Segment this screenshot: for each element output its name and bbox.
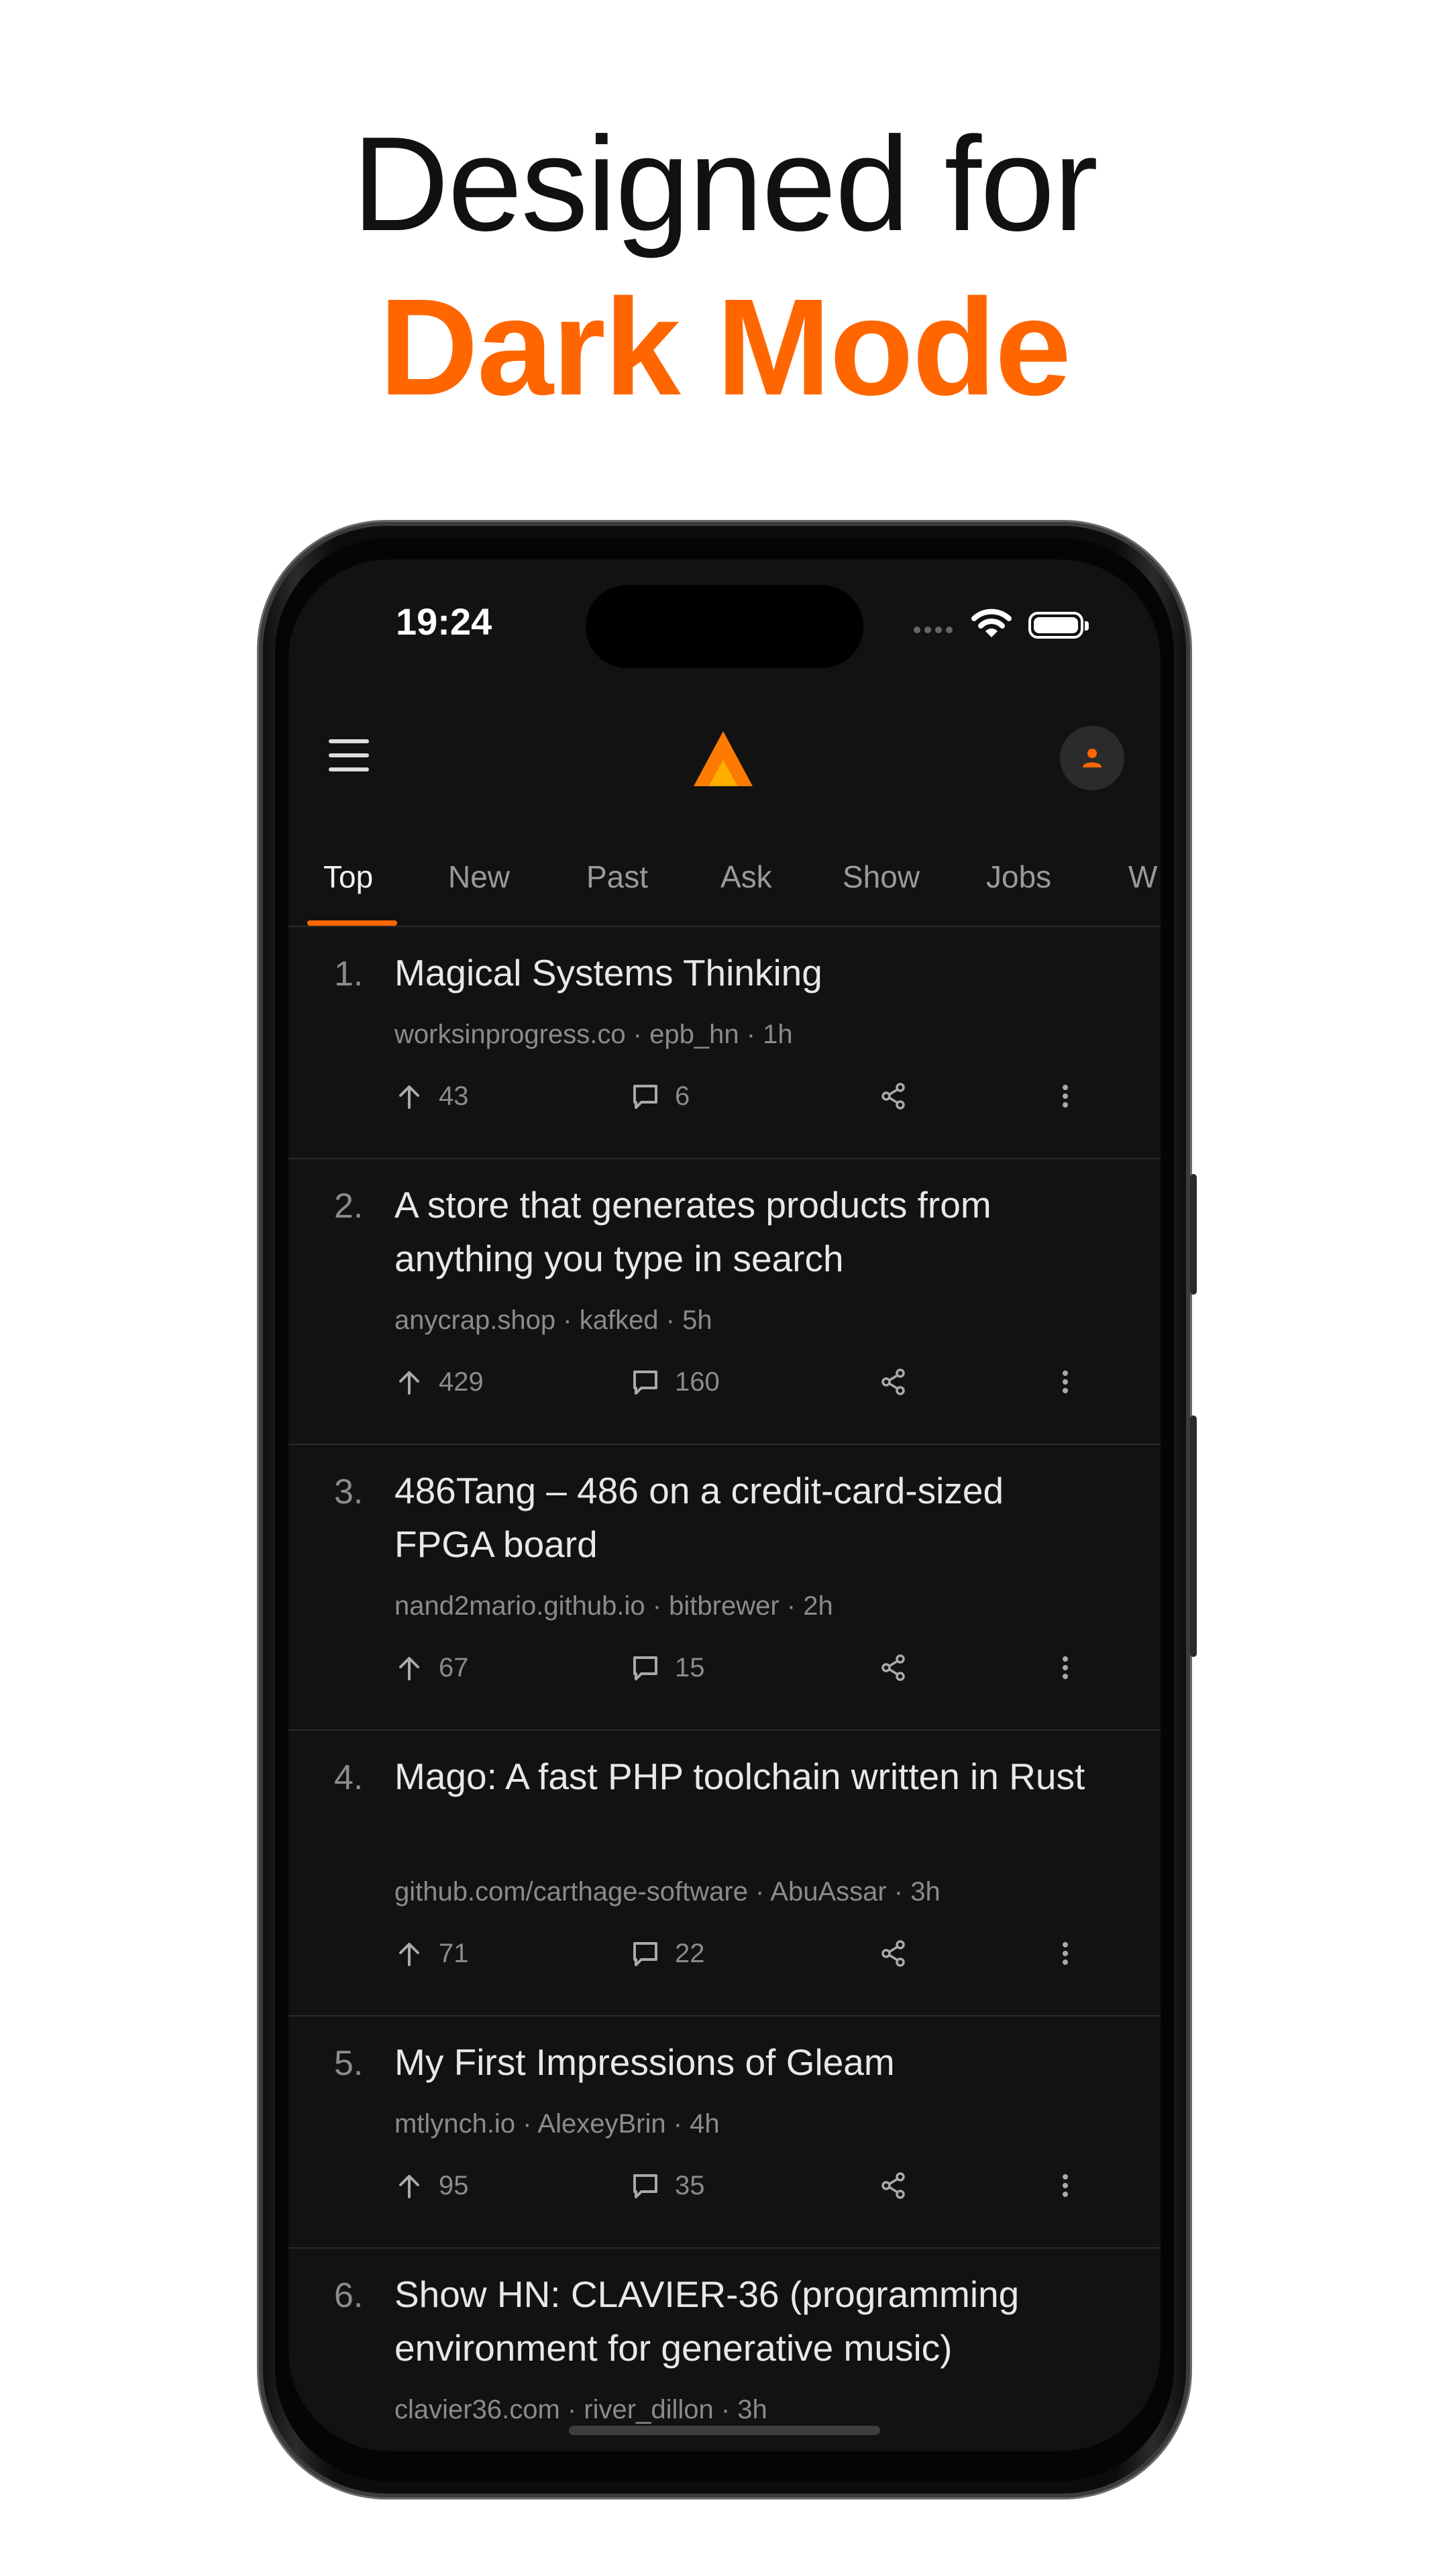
more-icon[interactable] [1051,1367,1080,1397]
upvote-button[interactable]: 67 [394,1653,469,1683]
story-rank: 1. [334,955,364,994]
arrow-up-icon [399,1085,419,1109]
active-tab-indicator [307,920,397,926]
list-item[interactable]: 5. My First Impressions of Gleam mtlynch… [288,2015,1161,2249]
side-button-top [1190,1174,1197,1295]
list-item[interactable]: 2. A store that generates products from … [288,1158,1161,1445]
arrow-up-icon [399,1942,419,1966]
story-meta: clavier36.com · river_dillon · 3h [394,2395,767,2424]
story-rank: 2. [334,1187,364,1226]
more-icon[interactable] [1051,1081,1080,1111]
more-icon[interactable] [1051,1939,1080,1968]
app-screen: 19:24 Top New Past Ask Show Jobs W 1. Ma… [288,559,1161,2451]
headline-dark-mode: Dark Mode [378,270,1071,424]
story-meta: mtlynch.io · AlexeyBrin · 4h [394,2109,720,2139]
share-icon[interactable] [879,1081,908,1111]
comments-count: 35 [675,2171,705,2200]
battery-icon [1028,612,1089,639]
comment-icon [633,1370,657,1395]
comment-icon [633,1084,657,1109]
story-title[interactable]: Mago: A fast PHP toolchain written in Ru… [394,1750,1092,1803]
points-count: 71 [439,1939,469,1968]
menu-icon[interactable] [329,739,369,771]
points-count: 67 [439,1653,469,1682]
comments-button[interactable]: 35 [631,2171,705,2201]
tab-new[interactable]: New [448,859,510,895]
list-item[interactable]: 1. Magical Systems Thinking worksinprogr… [288,926,1161,1159]
story-meta: worksinprogress.co · epb_hn · 1h [394,1020,793,1049]
tab-bar: Top New Past Ask Show Jobs W [288,836,1161,927]
story-title[interactable]: 486Tang – 486 on a credit-card-sized FPG… [394,1464,1092,1571]
story-meta: github.com/carthage-software · AbuAssar … [394,1877,941,1907]
story-rank: 4. [334,1758,364,1797]
share-icon[interactable] [879,1939,908,1968]
person-icon [1083,749,1102,767]
tab-jobs[interactable]: Jobs [986,859,1051,895]
tab-show[interactable]: Show [843,859,920,895]
arrow-up-icon [399,2174,419,2198]
story-rank: 6. [334,2276,364,2315]
upvote-button[interactable]: 71 [394,1939,469,1969]
comments-button[interactable]: 6 [631,1081,690,1112]
story-title[interactable]: A store that generates products from any… [394,1178,1092,1285]
list-item[interactable]: 3. 486Tang – 486 on a credit-card-sized … [288,1444,1161,1731]
home-indicator[interactable] [569,2426,880,2435]
tab-past[interactable]: Past [586,859,648,895]
wifi-icon [971,608,1012,637]
signal-icon [914,627,953,633]
app-logo [694,731,753,786]
points-count: 429 [439,1367,484,1397]
upvote-button[interactable]: 95 [394,2171,469,2201]
profile-button[interactable] [1060,726,1124,790]
comments-count: 15 [675,1653,705,1682]
status-time: 19:24 [396,600,492,643]
list-item[interactable]: 4. Mago: A fast PHP toolchain written in… [288,1729,1161,2017]
points-count: 43 [439,1081,469,1111]
story-meta: anycrap.shop · kafked · 5h [394,1305,712,1335]
share-icon[interactable] [879,2171,908,2200]
upvote-button[interactable]: 43 [394,1081,469,1112]
headline-designed-for: Designed for [352,109,1098,259]
comments-button[interactable]: 22 [631,1939,705,1969]
story-title[interactable]: Magical Systems Thinking [394,946,1092,1000]
comment-icon [633,2174,657,2198]
comments-count: 22 [675,1939,705,1968]
comments-button[interactable]: 160 [631,1367,720,1397]
more-icon[interactable] [1051,1653,1080,1682]
story-title[interactable]: Show HN: CLAVIER-36 (programming environ… [394,2267,1092,2375]
story-rank: 3. [334,1472,364,1511]
story-title[interactable]: My First Impressions of Gleam [394,2035,1092,2089]
story-meta: nand2mario.github.io · bitbrewer · 2h [394,1591,833,1621]
share-icon[interactable] [879,1653,908,1682]
list-item[interactable]: 6. Show HN: CLAVIER-36 (programming envi… [288,2247,1161,2451]
comment-icon [633,1656,657,1680]
comments-count: 6 [675,1081,690,1111]
points-count: 95 [439,2171,469,2200]
side-button-bottom [1190,1415,1197,1657]
share-icon[interactable] [879,1367,908,1397]
arrow-up-icon [399,1656,419,1680]
story-rank: 5. [334,2044,364,2083]
comment-icon [633,1941,657,1966]
upvote-button[interactable]: 429 [394,1367,484,1397]
tab-ask[interactable]: Ask [720,859,772,895]
tab-top[interactable]: Top [323,859,373,895]
arrow-up-icon [399,1371,419,1395]
comments-button[interactable]: 15 [631,1653,705,1683]
more-icon[interactable] [1051,2171,1080,2200]
comments-count: 160 [675,1367,720,1397]
tab-more[interactable]: W [1128,859,1157,895]
dynamic-island [586,585,863,668]
